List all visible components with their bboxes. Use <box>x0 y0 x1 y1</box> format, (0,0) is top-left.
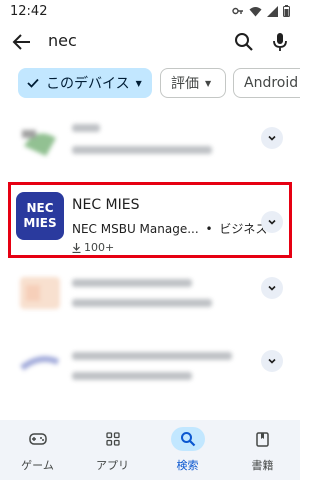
apps-grid-icon <box>96 427 130 451</box>
search-button[interactable] <box>232 30 256 54</box>
app-icon <box>16 116 64 164</box>
blurred-title <box>72 279 192 287</box>
bottom-navigation: ゲーム アプリ 検索 書籍 <box>0 420 300 480</box>
nav-label: ゲーム <box>21 459 54 472</box>
book-icon <box>246 427 280 451</box>
status-bar: 12:42 <box>0 0 300 22</box>
chevron-down-icon <box>268 358 276 364</box>
battery-icon <box>283 5 290 17</box>
nav-books[interactable]: 書籍 <box>225 420 300 480</box>
arrow-back-icon <box>12 34 30 50</box>
key-icon <box>232 7 243 15</box>
list-item[interactable] <box>0 340 300 410</box>
chip-label: Android A <box>244 75 300 91</box>
chip-android[interactable]: Android A <box>233 68 300 98</box>
back-button[interactable] <box>10 30 34 54</box>
expand-button[interactable] <box>261 277 283 299</box>
app-icon <box>16 340 64 388</box>
highlight-box <box>8 182 292 258</box>
wifi-icon <box>249 6 262 16</box>
search-icon <box>170 427 205 451</box>
filter-chips: このデバイス ▼ 評価 ▼ Android A <box>0 68 300 100</box>
nav-label: 検索 <box>176 459 199 472</box>
chip-this-device[interactable]: このデバイス ▼ <box>18 68 152 98</box>
nav-label: アプリ <box>96 459 129 472</box>
blurred-title <box>72 352 232 360</box>
mic-icon <box>273 33 287 51</box>
gamepad-icon <box>21 427 55 451</box>
signal-icon <box>267 5 278 17</box>
nav-apps[interactable]: アプリ <box>75 420 150 480</box>
expand-button[interactable] <box>261 127 283 149</box>
chevron-down-icon <box>268 135 276 141</box>
expand-button[interactable] <box>261 350 283 372</box>
search-bar: nec <box>0 22 300 62</box>
status-time: 12:42 <box>10 3 48 19</box>
chip-rating[interactable]: 評価 ▼ <box>160 68 226 98</box>
caret-down-icon: ▼ <box>135 78 142 88</box>
app-icon <box>16 269 64 317</box>
blurred-subtitle <box>72 372 192 380</box>
voice-search-button[interactable] <box>268 30 292 54</box>
check-icon <box>27 78 39 88</box>
nav-search[interactable]: 検索 <box>150 420 225 480</box>
nav-label: 書籍 <box>251 459 274 472</box>
blurred-subtitle <box>72 146 212 154</box>
list-item[interactable] <box>0 265 300 335</box>
blurred-subtitle <box>72 299 212 307</box>
search-input[interactable]: nec <box>48 31 77 50</box>
chip-label: 評価 <box>171 76 199 92</box>
blurred-title <box>72 124 100 132</box>
search-icon <box>235 33 253 51</box>
chevron-down-icon <box>268 285 276 291</box>
list-item[interactable] <box>0 110 300 180</box>
chip-label: このデバイス <box>46 76 130 92</box>
caret-down-icon: ▼ <box>205 78 212 88</box>
nav-games[interactable]: ゲーム <box>0 420 75 480</box>
status-icons <box>232 5 290 17</box>
